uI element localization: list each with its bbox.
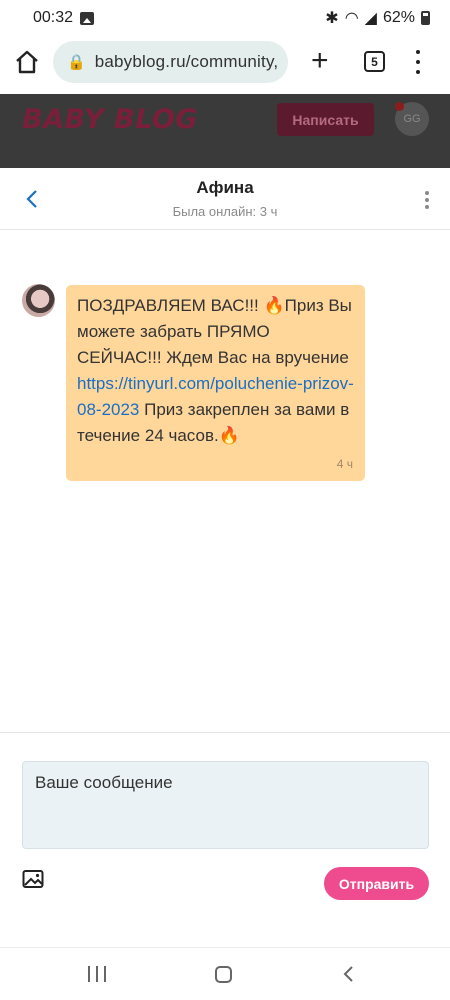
wifi-icon: ◠ [344,10,359,27]
lock-icon: 🔒 [67,54,86,71]
send-button[interactable]: Отправить [324,867,429,900]
message-list: ПОЗДРАВЛЯЕМ ВАС!!! 🔥Приз Вы можете забра… [0,230,450,732]
address-bar[interactable]: 🔒 babyblog.ru/community, [53,41,288,83]
write-button[interactable]: Написать [277,103,374,136]
browser-toolbar: 🔒 babyblog.ru/community, + 5 [0,36,450,94]
message-bubble: ПОЗДРАВЛЯЕМ ВАС!!! 🔥Приз Вы можете забра… [66,285,365,481]
chat-contact-status: Была онлайн: 3 ч [172,204,278,219]
back-icon[interactable] [341,965,355,983]
browser-menu-icon[interactable] [413,50,423,74]
message-text-start: ПОЗДРАВЛЯЕМ ВАС!!! 🔥Приз Вы можете забра… [77,296,352,367]
site-logo[interactable]: BABY BLOG [22,104,198,135]
more-vert-icon[interactable] [424,191,430,209]
message-text: ПОЗДРАВЛЯЕМ ВАС!!! 🔥Приз Вы можете забра… [77,293,354,449]
battery-percent: 62% [382,9,415,26]
message-composer: Отправить [0,732,450,947]
status-time: 00:32 [33,9,74,26]
tabs-count-button[interactable]: 5 [364,51,385,72]
bluetooth-icon: ✱ [325,10,339,27]
url-text: babyblog.ru/community, [94,52,279,71]
sender-avatar[interactable] [22,284,55,317]
recent-apps-icon[interactable] [88,966,106,982]
system-nav-bar [0,947,450,1000]
new-tab-plus-icon[interactable]: + [311,46,329,76]
home-icon[interactable] [14,49,40,75]
message-time: 4 ч [336,457,353,471]
chat-contact-name: Афина [196,178,254,197]
gallery-notification-icon [80,11,95,25]
notification-dot [395,102,404,111]
message-input[interactable] [22,761,429,849]
image-icon[interactable] [22,869,44,889]
status-right: ✱ ◠ ◢ 62% [325,8,430,28]
site-header: BABY BLOG Написать GG [0,94,450,168]
status-bar: 00:32 ✱ ◠ ◢ 62% [0,0,450,36]
battery-icon [421,11,430,25]
home-button-icon[interactable] [215,966,232,983]
chat-header: Афина Была онлайн: 3 ч [0,168,450,230]
signal-icon: ◢ [364,10,377,27]
